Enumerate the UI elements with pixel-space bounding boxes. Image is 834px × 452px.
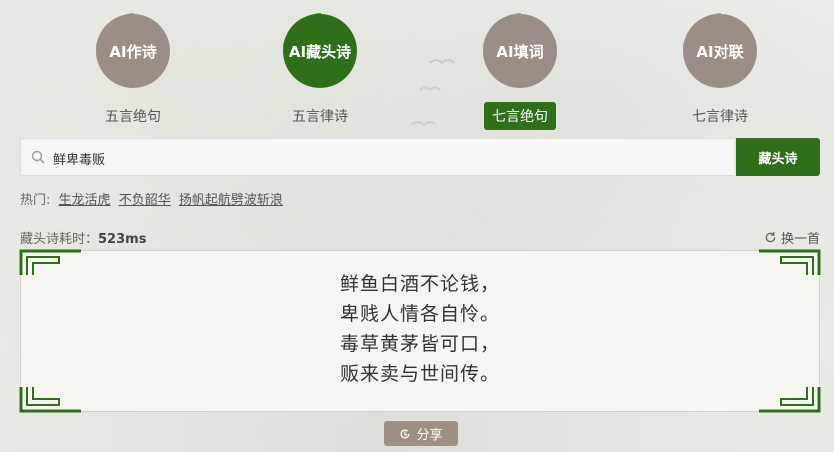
hot-link-2[interactable]: 不负韶华: [119, 193, 171, 208]
poem-line: 鲜鱼白酒不论钱，: [339, 273, 500, 295]
tab-ai-ci[interactable]: AI填词 七言绝句: [450, 8, 590, 130]
tab-title: AI填词: [496, 42, 544, 61]
tab-ai-couplet[interactable]: AI对联 七言律诗: [650, 8, 790, 130]
search-input[interactable]: [51, 145, 715, 171]
poem-card: 鲜鱼白酒不论钱， 卑贱人情各自怜。 毒草黄茅皆可口， 贩来卖与世间传。: [19, 249, 821, 413]
search-bar: [20, 138, 734, 176]
refresh-label: 换一首: [780, 232, 820, 247]
share-button[interactable]: 分享: [384, 421, 458, 446]
subtab-qiyan-lushi[interactable]: 七言律诗: [684, 102, 756, 130]
tab-circle[interactable]: AI对联: [677, 8, 763, 94]
corner-ornament-icon: [19, 387, 81, 413]
elapsed-label: 藏头诗耗时：: [20, 232, 99, 247]
share-label: 分享: [416, 428, 443, 443]
poem-text: 鲜鱼白酒不论钱， 卑贱人情各自怜。 毒草黄茅皆可口， 贩来卖与世间传。: [21, 269, 819, 389]
subtab-wuyan-lushi[interactable]: 五言律诗: [284, 102, 356, 130]
poem-line: 卑贱人情各自怜。: [339, 303, 500, 325]
refresh-icon: [765, 232, 776, 243]
tab-ai-acrostic[interactable]: AI藏头诗 五言律诗: [250, 8, 390, 130]
share-icon: [401, 429, 410, 438]
subtab-wuyan-jueju[interactable]: 五言绝句: [97, 102, 169, 130]
tab-ai-poem[interactable]: AI作诗 五言绝句: [63, 8, 203, 130]
hot-topics: 热门: 生龙活虎 不负韶华 扬帆起航劈波斩浪: [20, 189, 283, 208]
tab-title: AI作诗: [109, 42, 157, 61]
tab-circle[interactable]: AI填词: [477, 8, 563, 94]
tab-circle[interactable]: AI作诗: [90, 8, 176, 94]
hot-label: 热门:: [20, 193, 51, 208]
elapsed-time: 藏头诗耗时：523ms: [20, 228, 146, 247]
corner-ornament-icon: [759, 387, 821, 413]
mode-tabs: AI作诗 五言绝句 AI藏头诗 五言律诗 AI填词 七言绝句 AI对联 七言律诗: [0, 8, 834, 130]
hot-link-3[interactable]: 扬帆起航劈波斩浪: [179, 193, 283, 208]
tab-title: AI对联: [696, 42, 744, 61]
tab-title: AI藏头诗: [288, 42, 352, 61]
poem-line: 毒草黄茅皆可口，: [339, 333, 500, 355]
hot-link-1[interactable]: 生龙活虎: [59, 193, 111, 208]
acrostic-submit-button[interactable]: 藏头诗: [736, 138, 820, 176]
subtab-qiyan-jueju[interactable]: 七言绝句: [484, 102, 556, 130]
tab-circle[interactable]: AI藏头诗: [277, 8, 363, 94]
search-icon: [31, 150, 45, 164]
poem-line: 贩来卖与世间传。: [339, 363, 500, 385]
refresh-button[interactable]: 换一首: [764, 228, 820, 247]
elapsed-value: 523ms: [98, 232, 147, 247]
